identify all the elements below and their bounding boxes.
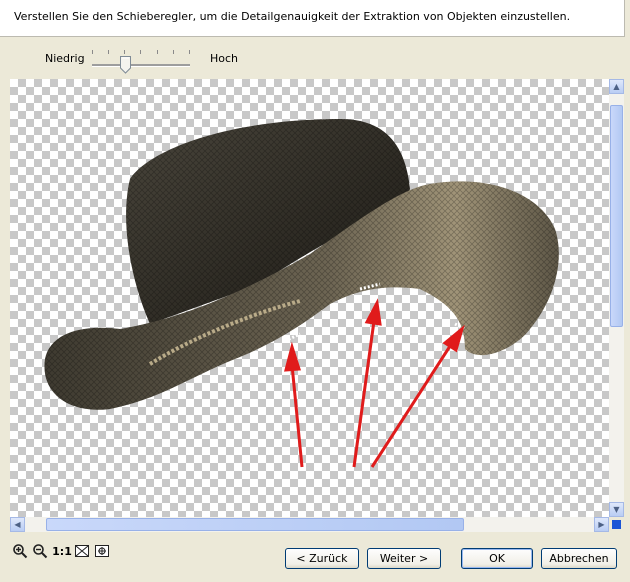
slider-tick bbox=[108, 50, 109, 54]
slider-tick bbox=[157, 50, 158, 54]
detail-slider-track[interactable] bbox=[92, 64, 190, 67]
slider-tick bbox=[92, 50, 93, 54]
actual-size-button[interactable]: 1:1 bbox=[52, 543, 72, 559]
slider-high-label: Hoch bbox=[210, 52, 239, 65]
scroll-right-arrow[interactable]: ▶ bbox=[594, 517, 609, 532]
scroll-up-arrow[interactable]: ▲ bbox=[609, 79, 624, 94]
scroll-left-arrow[interactable]: ◀ bbox=[10, 517, 25, 532]
fit-window-icon[interactable] bbox=[74, 543, 90, 559]
next-button[interactable]: Weiter > bbox=[367, 548, 441, 569]
slider-low-label: Niedrig bbox=[45, 52, 85, 65]
zoom-in-icon[interactable] bbox=[12, 543, 28, 559]
back-button[interactable]: < Zurück bbox=[285, 548, 359, 569]
scroll-corner bbox=[612, 520, 621, 529]
horizontal-scrollbar[interactable]: ◀ ▶ bbox=[10, 517, 609, 532]
detail-slider-thumb[interactable] bbox=[120, 56, 131, 74]
cancel-button[interactable]: Abbrechen bbox=[541, 548, 617, 569]
slider-tick bbox=[140, 50, 141, 54]
scroll-down-arrow[interactable]: ▼ bbox=[609, 502, 624, 517]
zoom-out-icon[interactable] bbox=[32, 543, 48, 559]
horizontal-scroll-thumb[interactable] bbox=[46, 518, 464, 531]
vertical-scrollbar[interactable]: ▲ ▼ bbox=[609, 79, 624, 517]
slider-tick bbox=[173, 50, 174, 54]
vertical-scroll-thumb[interactable] bbox=[610, 105, 623, 327]
instruction-panel: Verstellen Sie den Schieberegler, um die… bbox=[0, 0, 625, 37]
extraction-preview[interactable] bbox=[10, 79, 609, 517]
red-arrows bbox=[284, 298, 465, 468]
hat-image bbox=[44, 119, 559, 468]
slider-tick bbox=[124, 50, 125, 54]
ok-button[interactable]: OK bbox=[461, 548, 533, 569]
pan-icon[interactable] bbox=[94, 543, 110, 559]
slider-tick bbox=[189, 50, 190, 54]
instruction-text: Verstellen Sie den Schieberegler, um die… bbox=[14, 10, 571, 23]
